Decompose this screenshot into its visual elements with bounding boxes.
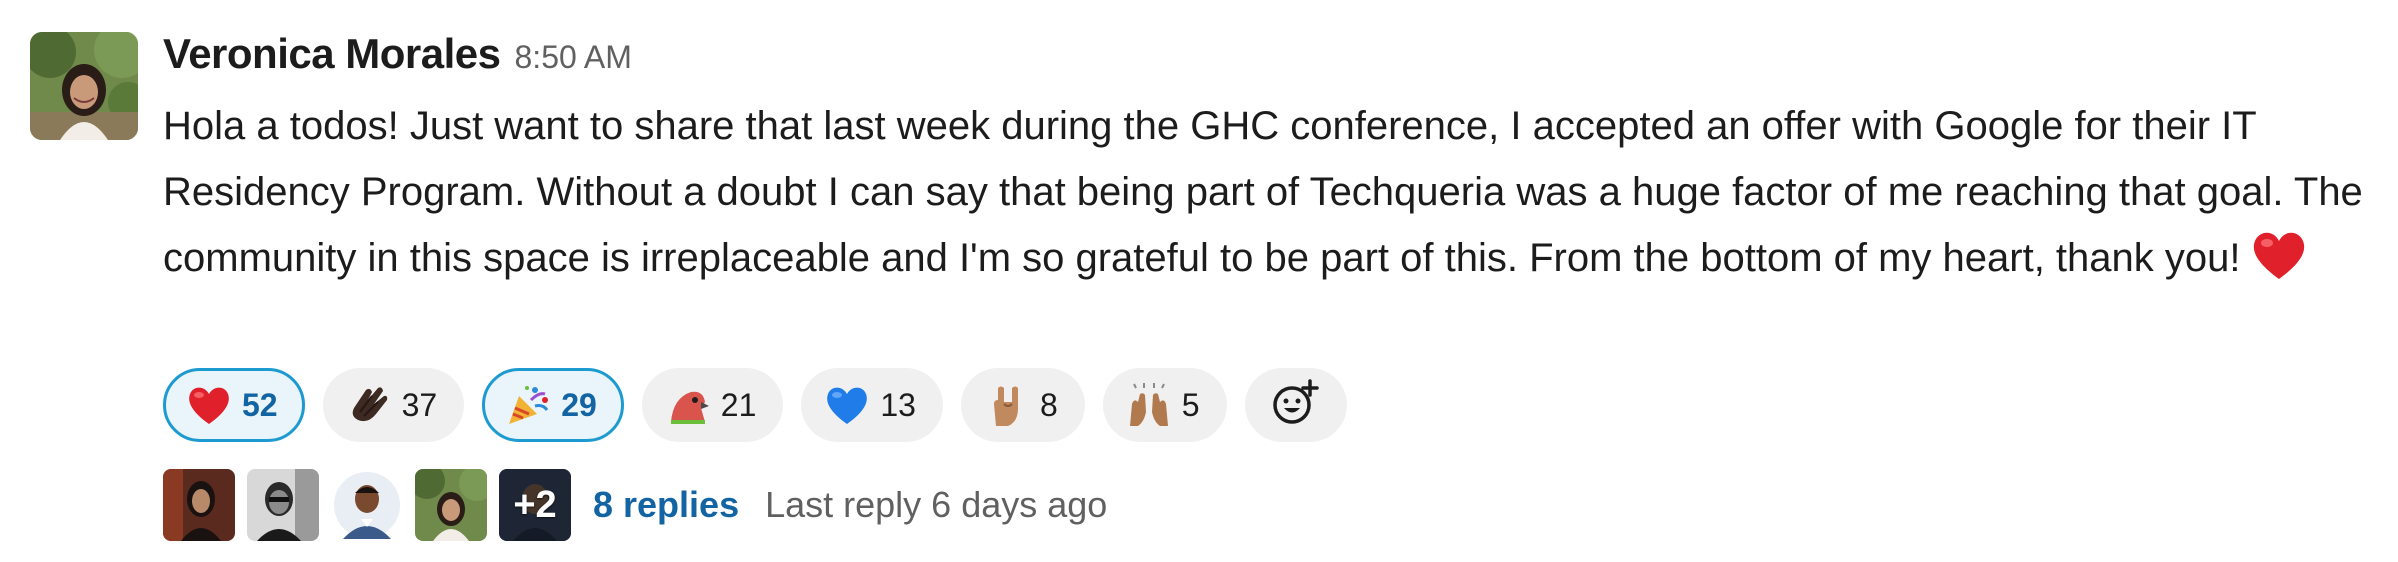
red-heart-icon <box>186 382 232 428</box>
thread-summary[interactable]: +2 8 replies Last reply 6 days ago <box>163 468 1107 542</box>
red-heart-icon <box>2249 225 2309 305</box>
reactions-bar: 52 37 29 21 13 8 5 <box>163 368 1347 442</box>
participant-avatar[interactable] <box>163 469 235 541</box>
reaction-count: 37 <box>401 387 438 423</box>
reaction-count: 5 <box>1181 387 1200 423</box>
reaction-party-parrot[interactable]: 21 <box>641 368 784 442</box>
participant-avatar[interactable] <box>247 469 319 541</box>
reaction-party-popper[interactable]: 29 <box>482 368 624 442</box>
thread-participants: +2 <box>163 469 571 541</box>
more-participants-count: +2 <box>513 483 557 526</box>
message-text: Hola a todos! Just want to share that la… <box>163 104 2363 280</box>
reaction-count: 21 <box>720 387 757 423</box>
reaction-count: 8 <box>1039 387 1058 423</box>
reaction-red-heart[interactable]: 52 <box>163 368 305 442</box>
participant-avatar[interactable] <box>331 469 403 541</box>
add-reaction-button[interactable] <box>1244 368 1347 442</box>
last-reply-time: Last reply 6 days ago <box>765 484 1108 525</box>
reaction-count: 13 <box>880 387 916 423</box>
message-timestamp[interactable]: 8:50 AM <box>515 39 632 76</box>
blue-heart-icon <box>824 382 870 428</box>
party-parrot-icon <box>665 382 711 428</box>
reaction-rock-on[interactable]: 8 <box>960 368 1085 442</box>
reaction-blue-heart[interactable]: 13 <box>801 368 943 442</box>
author-avatar[interactable] <box>30 32 138 140</box>
reaction-count: 52 <box>242 387 278 423</box>
message-container: Veronica Morales 8:50 AM Hola a todos! J… <box>0 0 2398 562</box>
reaction-count: 29 <box>561 387 597 423</box>
message-header: Veronica Morales 8:50 AM <box>163 30 632 90</box>
author-name[interactable]: Veronica Morales <box>163 30 501 78</box>
reaction-clapping-hands[interactable]: 37 <box>322 368 465 442</box>
clapping-hands-dark-icon <box>346 382 392 428</box>
party-popper-icon <box>505 382 551 428</box>
participant-avatar[interactable] <box>415 469 487 541</box>
raised-hands-icon <box>1126 382 1172 428</box>
replies-link[interactable]: 8 replies <box>593 484 739 526</box>
message-body: Hola a todos! Just want to share that la… <box>163 93 2388 305</box>
more-participants-badge[interactable]: +2 <box>499 469 571 541</box>
rock-on-hand-icon <box>984 382 1030 428</box>
reaction-raised-hands[interactable]: 5 <box>1102 368 1227 442</box>
add-emoji-icon <box>1270 377 1322 434</box>
